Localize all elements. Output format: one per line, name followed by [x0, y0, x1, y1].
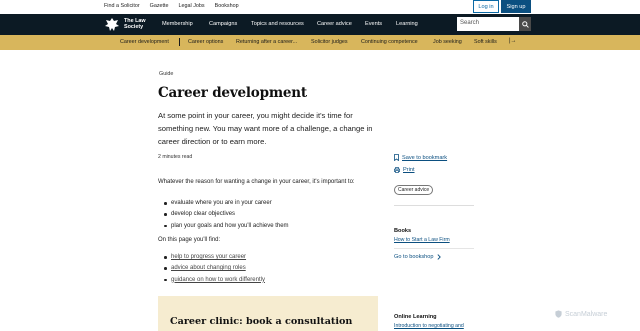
books-divider: [394, 248, 474, 249]
utility-links: Find a Solicitor Gazette Legal Jobs Book…: [104, 3, 239, 9]
online-learning-heading: Online Learning: [394, 314, 437, 320]
page-title: Career development: [158, 85, 307, 101]
nav-item-learning[interactable]: Learning: [396, 21, 418, 27]
list-item: advice about changing roles: [164, 264, 265, 275]
books-heading: Books: [394, 228, 412, 234]
online-learning-link[interactable]: Introduction to negotiating and: [394, 323, 464, 329]
career-clinic-title: Career clinic: book a consultation: [170, 316, 353, 327]
bookshop-link[interactable]: Bookshop: [215, 3, 239, 9]
read-time: 2 minutes read: [158, 154, 193, 160]
save-bookmark-label: Save to bookmark: [402, 154, 448, 161]
print-label: Print: [403, 167, 415, 173]
shield-icon: [555, 310, 562, 318]
logo-wordmark: The Law Society: [124, 18, 146, 31]
logo-line-2: Society: [124, 23, 144, 30]
list-item: help to progress your career: [164, 253, 265, 264]
search-input[interactable]: Search: [457, 17, 519, 31]
printer-icon: [394, 167, 400, 173]
scanmalware-watermark: ScanMalware: [555, 310, 607, 318]
chevron-right-icon: [436, 254, 441, 260]
login-button[interactable]: Log in: [473, 0, 499, 13]
subnav-items: Career development Career options Return…: [120, 39, 497, 45]
progress-career-link[interactable]: help to progress your career: [171, 254, 246, 260]
bookmark-icon: [394, 154, 399, 161]
intro-paragraph: Whatever the reason for wanting a change…: [158, 179, 355, 185]
subnav-soft-skills[interactable]: Soft skills: [474, 39, 497, 45]
section-navigation: Career development Career options Return…: [0, 35, 640, 50]
search-button[interactable]: [519, 17, 531, 31]
save-bookmark-button[interactable]: Save to bookmark: [394, 154, 447, 161]
objectives-list: evaluate where you are in your career de…: [164, 199, 289, 233]
book-link[interactable]: How to Start a Law Firm: [394, 237, 450, 243]
sidebar-divider: [394, 205, 474, 206]
nav-item-events[interactable]: Events: [365, 21, 396, 27]
go-to-bookshop-link[interactable]: Go to bookshop: [394, 254, 441, 260]
career-clinic-panel: Career clinic: book a consultation: [158, 296, 378, 331]
crest-icon: [105, 18, 119, 31]
subnav-returning[interactable]: Returning after a career...: [236, 39, 311, 45]
nav-item-topics[interactable]: Topics and resources: [251, 21, 317, 27]
find-a-solicitor-link[interactable]: Find a Solicitor: [104, 3, 140, 9]
subnav-continuing-competence[interactable]: Continuing competence: [361, 39, 433, 45]
subnav-more-arrow-icon[interactable]: |→: [509, 38, 517, 44]
nav-item-campaigns[interactable]: Campaigns: [209, 21, 251, 27]
search-icon: [521, 20, 529, 28]
legal-jobs-link[interactable]: Legal Jobs: [179, 3, 205, 9]
changing-roles-link[interactable]: advice about changing roles: [171, 265, 246, 271]
career-advice-tag[interactable]: Career advice: [394, 185, 434, 195]
watermark-text: ScanMalware: [565, 310, 608, 318]
on-page-heading: On this page you'll find:: [158, 237, 221, 243]
list-item: plan your goals and how you'll achieve t…: [164, 222, 289, 233]
subnav-career-development[interactable]: Career development: [120, 39, 188, 45]
lead-paragraph: At some point in your career, you might …: [158, 111, 373, 146]
on-page-links: help to progress your career advice abou…: [164, 253, 265, 287]
list-item: develop clear objectives: [164, 210, 289, 221]
content-type-label: Guide: [159, 71, 174, 77]
utility-bar: Find a Solicitor Gazette Legal Jobs Book…: [0, 0, 640, 14]
subnav-job-seeking[interactable]: Job seeking: [433, 39, 474, 45]
nav-item-membership[interactable]: Membership: [162, 21, 209, 27]
subnav-divider: [179, 38, 180, 46]
print-button[interactable]: Print: [394, 167, 415, 173]
list-item: evaluate where you are in your career: [164, 199, 289, 210]
signup-button[interactable]: Sign up: [501, 0, 531, 13]
list-item: guidance on how to work differently: [164, 276, 265, 287]
nav-item-career-advice[interactable]: Career advice: [317, 21, 365, 27]
main-navigation: The Law Society Membership Campaigns Top…: [0, 14, 640, 35]
nav-items: Membership Campaigns Topics and resource…: [162, 21, 418, 27]
gazette-link[interactable]: Gazette: [150, 3, 169, 9]
work-differently-link[interactable]: guidance on how to work differently: [171, 277, 265, 283]
subnav-solicitor-judges[interactable]: Solicitor judges: [311, 39, 361, 45]
go-to-bookshop-label: Go to bookshop: [394, 254, 434, 260]
law-society-logo[interactable]: The Law Society: [104, 17, 146, 32]
subnav-career-options[interactable]: Career options: [188, 39, 236, 45]
